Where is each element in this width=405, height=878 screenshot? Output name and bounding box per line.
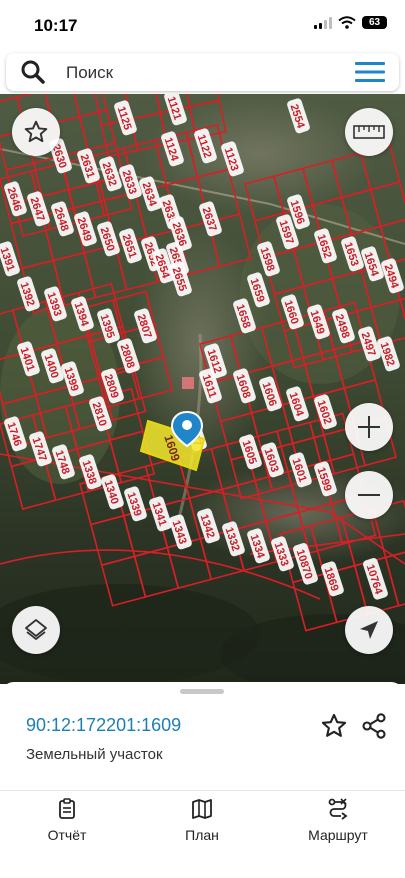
minus-icon <box>358 494 380 496</box>
ruler-button[interactable] <box>345 108 393 156</box>
cellular-signal-icon <box>314 16 332 29</box>
tab-report-label: Отчёт <box>47 827 87 843</box>
navigation-arrow-icon <box>360 621 378 639</box>
search-bar[interactable]: Поиск <box>6 53 399 91</box>
favorites-map-button[interactable] <box>12 108 60 156</box>
zoom-in-button[interactable] <box>345 403 393 451</box>
zoom-out-button[interactable] <box>345 471 393 519</box>
cadastral-number[interactable]: 90:12:172201:1609 <box>26 715 181 736</box>
object-type: Земельный участок <box>26 746 163 763</box>
status-time: 10:17 <box>34 16 78 35</box>
map-plan-icon <box>192 799 212 819</box>
add-to-favorites-star-icon[interactable] <box>320 712 348 740</box>
my-location-button[interactable] <box>345 606 393 654</box>
tab-plan-label: План <box>185 827 219 843</box>
status-icons: 63 <box>314 16 387 29</box>
bottom-tab-bar: Отчёт План Маршрут <box>0 790 405 878</box>
layers-button[interactable] <box>12 606 60 654</box>
star-icon <box>24 120 48 143</box>
satellite-map[interactable]: 1125 1121 25542630 2631 2632 2633 26341124 1122… <box>0 94 405 684</box>
tab-report[interactable]: Отчёт <box>12 797 122 843</box>
sheet-grabber[interactable] <box>180 689 224 694</box>
search-input[interactable]: Поиск <box>66 63 113 83</box>
tab-plan[interactable]: План <box>147 797 257 843</box>
share-icon[interactable] <box>360 712 388 740</box>
route-icon <box>328 798 348 820</box>
layers-icon <box>25 619 47 640</box>
ruler-icon <box>353 125 385 139</box>
tab-route-label: Маршрут <box>308 827 368 843</box>
battery-indicator: 63 <box>362 16 387 29</box>
hamburger-menu-icon[interactable] <box>355 61 385 83</box>
plus-icon <box>358 416 380 438</box>
tab-route[interactable]: Маршрут <box>283 797 393 843</box>
status-bar: 10:17 63 <box>0 0 405 50</box>
report-icon <box>59 798 75 819</box>
search-icon <box>21 60 45 84</box>
object-details-sheet[interactable]: 90:12:172201:1609 Земельный участок <box>0 682 405 790</box>
wifi-icon <box>338 16 356 29</box>
map-view[interactable]: 1125 1121 2554 2630 2631 2632 2633 2634 1124 1122… <box>0 94 405 684</box>
